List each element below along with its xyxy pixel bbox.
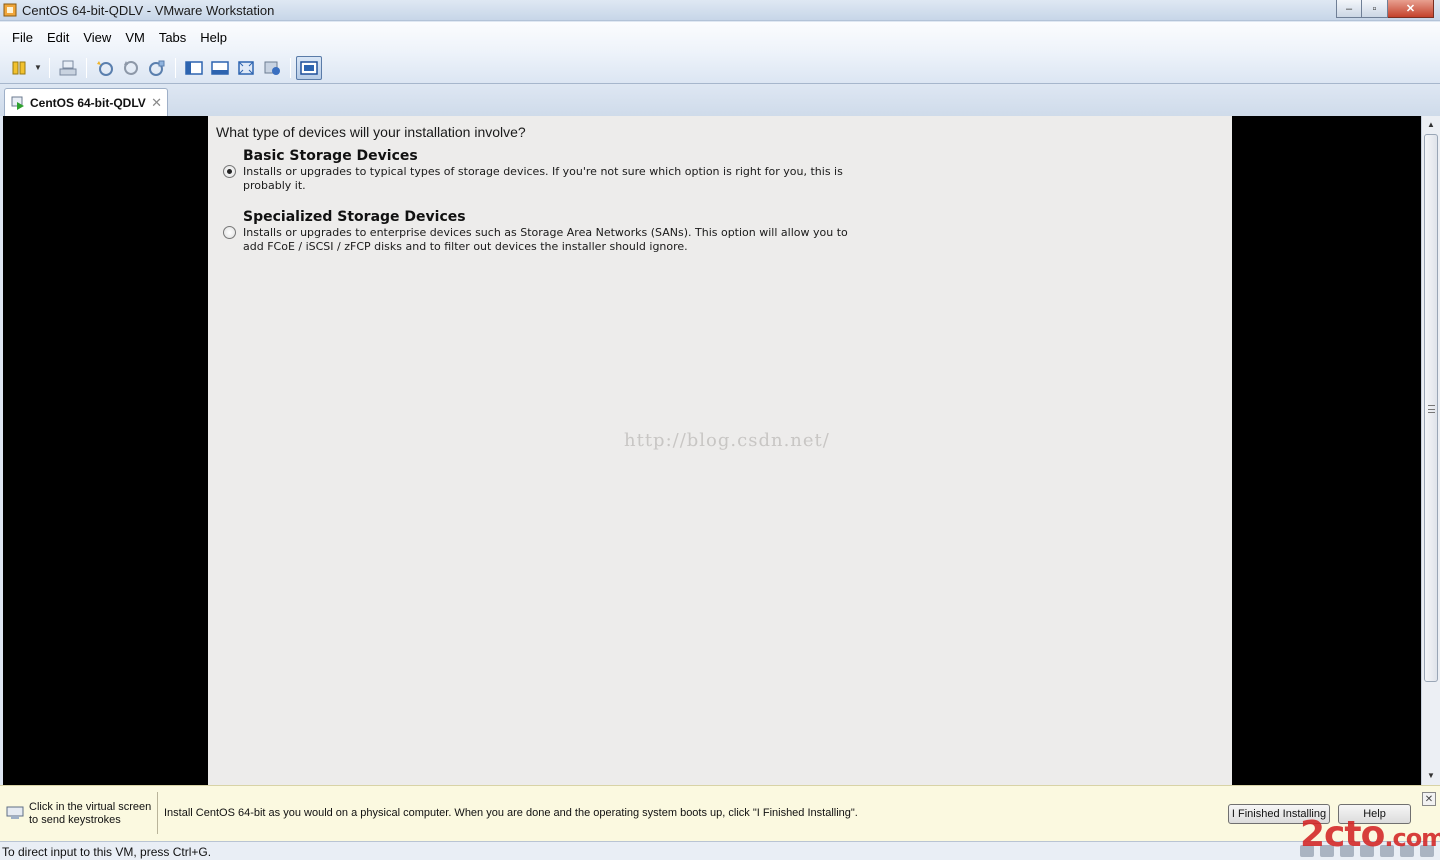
toolbar: ▼	[0, 52, 1440, 84]
brand-watermark-logo: 2cto.com	[1300, 814, 1440, 855]
scroll-up-button[interactable]: ▲	[1422, 116, 1440, 133]
menu-vm[interactable]: VM	[118, 30, 152, 45]
click-hint-line1: Click in the virtual screen	[29, 801, 152, 813]
brand-suffix: .com	[1384, 824, 1440, 852]
grip-icon	[1428, 405, 1435, 413]
window-title: CentOS 64-bit-QDLV - VMware Workstation	[22, 3, 275, 18]
arrow-up-icon: ▲	[1427, 120, 1435, 129]
tab-strip: CentOS 64-bit-QDLV ✕	[0, 84, 1440, 116]
menu-help[interactable]: Help	[193, 30, 234, 45]
specialized-storage-description: Installs or upgrades to enterprise devic…	[243, 226, 848, 253]
toolbar-separator	[175, 57, 176, 78]
normal-view-icon	[185, 60, 203, 75]
console-view-button[interactable]	[296, 55, 322, 80]
menu-view[interactable]: View	[76, 30, 118, 45]
menu-file[interactable]: File	[5, 30, 40, 45]
snapshot-manager-button[interactable]	[144, 56, 170, 80]
full-screen-button[interactable]	[233, 56, 259, 80]
console-view-icon	[300, 60, 318, 75]
menu-bar: File Edit View VM Tabs Help	[0, 22, 1440, 52]
vm-running-icon	[11, 96, 24, 110]
revert-snapshot-button[interactable]	[118, 56, 144, 80]
keyboard-icon	[6, 806, 24, 819]
take-snapshot-icon	[97, 60, 113, 76]
title-bar: CentOS 64-bit-QDLV - VMware Workstation …	[0, 0, 1440, 21]
toolbar-separator	[86, 57, 87, 78]
menu-edit[interactable]: Edit	[40, 30, 76, 45]
status-bar: To direct input to this VM, press Ctrl+G…	[0, 841, 1440, 860]
maximize-button[interactable]: ▫	[1362, 0, 1388, 18]
guest-installer-screen[interactable]: What type of devices will your installat…	[208, 116, 1232, 785]
minimize-button[interactable]: –	[1336, 0, 1362, 18]
toolbar-separator	[290, 57, 291, 78]
take-snapshot-button[interactable]	[92, 56, 118, 80]
unity-button[interactable]	[259, 56, 285, 80]
scrollbar-thumb[interactable]	[1424, 134, 1438, 682]
status-text: To direct input to this VM, press Ctrl+G…	[2, 845, 212, 859]
vertical-scrollbar[interactable]: ▲ ▼	[1421, 116, 1440, 785]
hint-divider	[157, 792, 158, 834]
chevron-down-icon: ▼	[34, 63, 42, 72]
close-button[interactable]: ✕	[1388, 0, 1434, 18]
specialized-storage-title: Specialized Storage Devices	[243, 209, 466, 225]
basic-storage-radio[interactable]	[223, 165, 236, 178]
menu-tabs[interactable]: Tabs	[152, 30, 193, 45]
unity-icon	[264, 61, 280, 75]
vmware-app-icon	[3, 3, 17, 17]
tab-close-icon[interactable]: ✕	[151, 95, 162, 111]
install-instructions: Install CentOS 64-bit as you would on a …	[164, 807, 858, 819]
watermark-text: http://blog.csdn.net/	[624, 430, 830, 451]
storage-question: What type of devices will your installat…	[216, 124, 526, 140]
full-screen-icon	[238, 60, 254, 75]
tab-label: CentOS 64-bit-QDLV	[30, 95, 146, 110]
pause-button[interactable]	[6, 56, 32, 80]
send-ctrl-alt-del-button[interactable]	[55, 56, 81, 80]
pause-icon	[12, 61, 26, 74]
brand-text: 2cto	[1300, 814, 1385, 855]
power-dropdown-button[interactable]: ▼	[32, 56, 44, 80]
quick-switch-button[interactable]	[207, 56, 233, 80]
quick-switch-icon	[211, 60, 229, 75]
specialized-storage-radio[interactable]	[223, 226, 236, 239]
revert-snapshot-icon	[124, 60, 138, 75]
click-hint-line2: to send keystrokes	[29, 814, 121, 826]
arrow-down-icon: ▼	[1427, 771, 1435, 780]
click-hint-text: Click in the virtual screen to send keys…	[29, 801, 151, 827]
install-hint-bar: Click in the virtual screen to send keys…	[0, 785, 1440, 841]
scroll-down-button[interactable]: ▼	[1422, 767, 1440, 784]
normal-view-button[interactable]	[181, 56, 207, 80]
window-controls: – ▫ ✕	[1336, 0, 1434, 18]
toolbar-separator	[49, 57, 50, 78]
basic-storage-title: Basic Storage Devices	[243, 148, 418, 164]
basic-storage-description: Installs or upgrades to typical types of…	[243, 165, 843, 192]
tab-centos-vm[interactable]: CentOS 64-bit-QDLV ✕	[4, 88, 168, 116]
send-ctrl-alt-del-icon	[59, 60, 77, 75]
snapshot-manager-icon	[149, 60, 165, 76]
hint-close-icon[interactable]: ✕	[1422, 792, 1436, 806]
